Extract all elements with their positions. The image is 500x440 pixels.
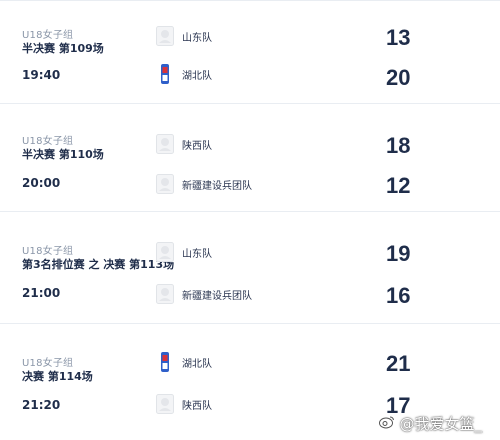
team-row-2: 湖北队 <box>155 62 212 86</box>
placeholder-logo-icon <box>155 241 175 263</box>
score-team1: 19 <box>386 241 411 266</box>
match-stage: 决赛 第114场 <box>22 370 93 383</box>
team-row-2: 新疆建设兵团队 <box>155 282 252 306</box>
match-card[interactable]: U18女子组 第3名排位赛 之 决赛 第113场 21:00 山东队 新疆建设兵… <box>0 220 500 324</box>
match-group: U18女子组 <box>22 358 74 369</box>
watermark-text: @我爱女篮_ <box>399 415 482 433</box>
team-row-2: 陕西队 <box>155 392 212 416</box>
team-name: 陕西队 <box>182 400 212 412</box>
score-team2: 12 <box>386 173 411 198</box>
team-row-2: 新疆建设兵团队 <box>155 172 252 196</box>
score-team2: 16 <box>386 283 411 308</box>
match-time: 20:00 <box>22 176 61 190</box>
team-name: 山东队 <box>182 248 212 260</box>
team-name: 新疆建设兵团队 <box>182 290 252 302</box>
weibo-logo-icon <box>379 415 395 433</box>
match-stage: 半决赛 第109场 <box>22 42 104 55</box>
placeholder-logo-icon <box>155 173 175 195</box>
hubei-logo-icon <box>155 351 175 373</box>
match-card[interactable]: U18女子组 半决赛 第110场 20:00 陕西队 新疆建设兵团队 18 12 <box>0 108 500 212</box>
match-time: 21:00 <box>22 286 61 300</box>
team-name: 陕西队 <box>182 140 212 152</box>
placeholder-logo-icon <box>155 25 175 47</box>
match-time: 19:40 <box>22 68 61 82</box>
team-row-1: 山东队 <box>155 24 212 48</box>
match-stage: 第3名排位赛 之 决赛 第113场 <box>22 258 175 271</box>
match-group: U18女子组 <box>22 30 74 41</box>
team-name: 新疆建设兵团队 <box>182 180 252 192</box>
score-team1: 21 <box>386 351 411 376</box>
placeholder-logo-icon <box>155 133 175 155</box>
team-row-1: 湖北队 <box>155 350 212 374</box>
score-team1: 13 <box>386 25 411 50</box>
placeholder-logo-icon <box>155 393 175 415</box>
placeholder-logo-icon <box>155 283 175 305</box>
team-name: 湖北队 <box>182 70 212 82</box>
match-group: U18女子组 <box>22 136 74 147</box>
score-team2: 20 <box>386 65 411 90</box>
match-card[interactable]: U18女子组 半决赛 第109场 19:40 山东队 湖北队 13 20 <box>0 0 500 104</box>
team-row-1: 陕西队 <box>155 132 212 156</box>
team-name: 山东队 <box>182 32 212 44</box>
divider <box>0 0 500 1</box>
match-time: 21:20 <box>22 398 61 412</box>
match-group: U18女子组 <box>22 246 74 257</box>
team-row-1: 山东队 <box>155 240 212 264</box>
match-stage: 半决赛 第110场 <box>22 148 104 161</box>
hubei-logo-icon <box>155 63 175 85</box>
team-name: 湖北队 <box>182 358 212 370</box>
watermark: @我爱女篮_ <box>379 413 482 434</box>
match-results-page: U18女子组 半决赛 第109场 19:40 山东队 湖北队 13 20 U18… <box>0 0 500 440</box>
score-team1: 18 <box>386 133 411 158</box>
